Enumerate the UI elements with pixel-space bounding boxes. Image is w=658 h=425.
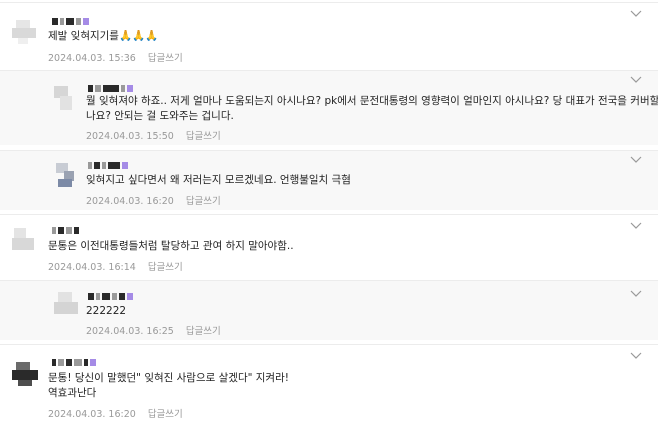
more-options-icon[interactable] <box>630 352 646 362</box>
comment-meta: 2024.04.03. 16:25 답글쓰기 <box>86 323 221 337</box>
comment-text: 잊혀지고 싶다면서 왜 저러는지 모르겠네요. 언행불일치 극혐 <box>86 174 351 186</box>
comment-date: 2024.04.03. 16:14 <box>48 262 136 273</box>
author-name[interactable] <box>52 358 96 366</box>
comment-meta: 2024.04.03. 15:36 답글쓰기 <box>48 50 183 64</box>
avatar <box>54 86 84 112</box>
reply-button[interactable]: 답글쓰기 <box>186 196 221 207</box>
comment-text-line2: 역효과난다 <box>48 387 97 399</box>
more-options-icon[interactable] <box>630 222 646 232</box>
more-options-icon[interactable] <box>630 76 646 86</box>
author-name[interactable] <box>52 17 89 25</box>
comment-date: 2024.04.03. 15:36 <box>48 53 136 64</box>
reply-button[interactable]: 답글쓰기 <box>148 409 183 420</box>
comment-date: 2024.04.03. 16:20 <box>48 409 136 420</box>
avatar <box>54 292 84 318</box>
reply-button[interactable]: 답글쓰기 <box>186 326 221 337</box>
comment-date: 2024.04.03. 16:25 <box>86 326 174 337</box>
comment-meta: 2024.04.03. 16:20 답글쓰기 <box>48 406 183 420</box>
comment-meta: 2024.04.03. 16:14 답글쓰기 <box>48 259 183 273</box>
avatar <box>12 20 42 46</box>
avatar <box>56 163 86 189</box>
reply-button[interactable]: 답글쓰기 <box>186 131 221 142</box>
more-options-icon[interactable] <box>630 290 646 300</box>
reply-button[interactable]: 답글쓰기 <box>148 53 183 64</box>
author-name[interactable] <box>88 84 133 92</box>
author-name[interactable] <box>52 226 79 234</box>
author-name[interactable] <box>88 161 128 169</box>
comment-text: 문통은 이전대통령들처럼 탈당하고 관여 하지 말아야함.. <box>48 240 294 252</box>
comment-text: 222222 <box>86 305 127 317</box>
comment-date: 2024.04.03. 15:50 <box>86 131 174 142</box>
author-name[interactable] <box>88 292 133 300</box>
comment-text-line2: 나요? 안되는 걸 도와주는 겁니다. <box>86 110 234 122</box>
comment-meta: 2024.04.03. 15:50 답글쓰기 <box>86 128 221 142</box>
comment-meta: 2024.04.03. 16:20 답글쓰기 <box>86 193 221 207</box>
avatar <box>12 228 42 254</box>
more-options-icon[interactable] <box>630 10 646 20</box>
comment-text: 제발 잊혀지기를🙏🙏🙏 <box>48 30 159 42</box>
more-options-icon[interactable] <box>630 156 646 166</box>
reply-button[interactable]: 답글쓰기 <box>148 262 183 273</box>
avatar <box>12 362 42 388</box>
comment-date: 2024.04.03. 16:20 <box>86 196 174 207</box>
